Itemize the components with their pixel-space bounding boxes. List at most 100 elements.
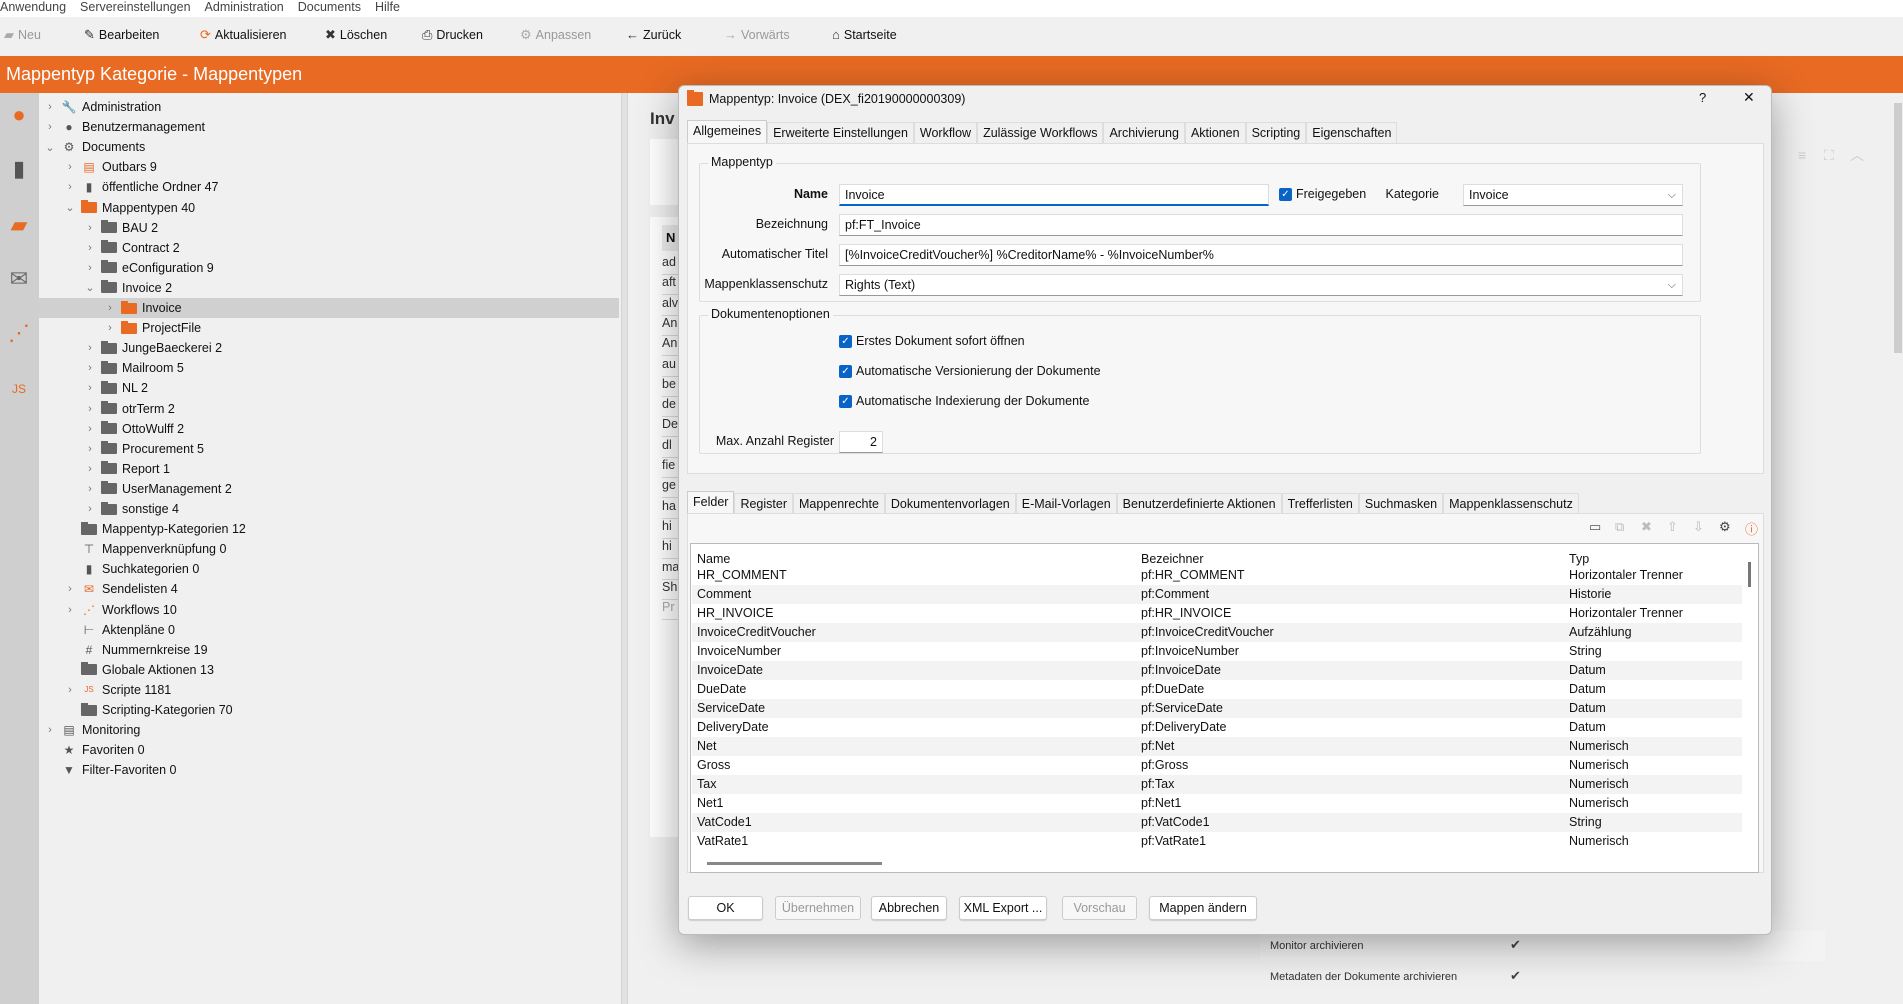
chevron-right-icon[interactable]: ›	[83, 443, 97, 455]
table-row[interactable]: InvoiceDate pf:InvoiceDate Datum	[692, 661, 1742, 680]
name-input[interactable]: Invoice	[839, 184, 1269, 206]
chevron-right-icon[interactable]: ›	[63, 604, 77, 616]
column-header-typ[interactable]: Typ	[1569, 552, 1589, 566]
tab-trefferlisten[interactable]: Trefferlisten	[1281, 493, 1359, 514]
tree-item[interactable]: ▮ Suchkategorien 0	[39, 559, 619, 579]
table-row[interactable]: Comment pf:Comment Historie	[692, 585, 1742, 604]
tab-benutzerdefinierte-aktionen[interactable]: Benutzerdefinierte Aktionen	[1116, 493, 1282, 514]
tab-suchmasken[interactable]: Suchmasken	[1358, 493, 1444, 514]
bezeichnung-input[interactable]: pf:FT_Invoice	[839, 214, 1683, 236]
settings-icon[interactable]: ⚙	[1719, 519, 1731, 535]
chevron-down-icon[interactable]: ⌄	[43, 141, 57, 154]
mappen-ändern-button[interactable]: Mappen ändern	[1149, 896, 1257, 920]
option-checkbox[interactable]: ✓ Automatische Versionierung der Dokument…	[839, 364, 1101, 378]
tree-item[interactable]: › JS Scripte 1181	[39, 680, 619, 700]
auto-titel-input[interactable]: [%InvoiceCreditVoucher%] %CreditorName% …	[839, 244, 1683, 266]
column-header-name[interactable]: Name	[697, 552, 730, 566]
tab-workflow[interactable]: Workflow	[913, 122, 978, 143]
minimize-icon[interactable]: ▭	[1589, 519, 1601, 535]
scrollbar[interactable]	[1894, 103, 1902, 353]
table-row[interactable]: DeliveryDate pf:DeliveryDate Datum	[692, 718, 1742, 737]
close-button[interactable]: ✕	[1743, 89, 1755, 106]
tree-item[interactable]: › ProjectFile	[39, 318, 619, 338]
table-row[interactable]: HR_COMMENT pf:HR_COMMENT Horizontaler Tren…	[692, 566, 1742, 585]
chevron-right-icon[interactable]: ›	[83, 222, 97, 234]
tree-item[interactable]: # Nummernkreise 19	[39, 640, 619, 660]
tree-item[interactable]: Globale Aktionen 13	[39, 660, 619, 680]
tree-item[interactable]: ⌄ Mappentypen 40	[39, 198, 619, 218]
tree-item[interactable]: › ✉ Sendelisten 4	[39, 579, 619, 599]
menu-item[interactable]: Documents	[298, 0, 361, 17]
tree-item[interactable]: › JungeBaeckerei 2	[39, 338, 619, 358]
tree-item[interactable]: › ▤ Outbars 9	[39, 157, 619, 177]
table-row[interactable]: DueDate pf:DueDate Datum	[692, 680, 1742, 699]
chevron-down-icon[interactable]: ⌄	[83, 281, 97, 294]
script-icon[interactable]: JS	[5, 375, 33, 403]
table-row[interactable]: HR_INVOICE pf:HR_INVOICE Horizontaler Tren…	[692, 604, 1742, 623]
tree-item[interactable]: ⌄ Invoice 2	[39, 278, 619, 298]
tree-item[interactable]: ★ Favoriten 0	[39, 740, 619, 760]
toolbar-startseite-button[interactable]: ⌂ Startseite	[832, 27, 897, 42]
tree-item[interactable]: › Contract 2	[39, 238, 619, 258]
tree-item[interactable]: › ● Benutzermanagement	[39, 117, 619, 137]
tree-item[interactable]: › Invoice	[39, 298, 619, 318]
user-globe-icon[interactable]: ●	[5, 101, 33, 129]
table-row[interactable]: Net pf:Net Numerisch	[692, 737, 1742, 756]
chevron-right-icon[interactable]: ›	[83, 242, 97, 254]
tab-mappenrechte[interactable]: Mappenrechte	[792, 493, 885, 514]
tree-item[interactable]: › NL 2	[39, 378, 619, 398]
tree-item[interactable]: › Procurement 5	[39, 439, 619, 459]
tab-erweiterte-einstellungen[interactable]: Erweiterte Einstellungen	[767, 122, 914, 143]
chevron-right-icon[interactable]: ›	[43, 724, 57, 736]
toolbar-vorwärts-button[interactable]: → Vorwärts	[724, 27, 790, 42]
menu-item[interactable]: Hilfe	[375, 0, 400, 17]
toolbar-aktualisieren-button[interactable]: ⟳ Aktualisieren	[200, 27, 286, 43]
chevron-right-icon[interactable]: ›	[83, 262, 97, 274]
edit-icon[interactable]: ⧉	[1615, 519, 1624, 535]
table-row[interactable]: Net1 pf:Net1 Numerisch	[692, 794, 1742, 813]
menu-item[interactable]: Anwendung	[0, 0, 66, 17]
tree-item[interactable]: › eConfiguration 9	[39, 258, 619, 278]
folder-icon[interactable]: ▰	[5, 211, 33, 239]
toolbar-anpassen-button[interactable]: ⚙ Anpassen	[520, 27, 591, 43]
table-row[interactable]: ServiceDate pf:ServiceDate Datum	[692, 699, 1742, 718]
chevron-down-icon[interactable]: ⌄	[63, 201, 77, 214]
toolbar-löschen-button[interactable]: ✖ Löschen	[325, 27, 387, 43]
tree-item[interactable]: ⊤ Mappenverknüpfung 0	[39, 539, 619, 559]
toolbar-neu-button[interactable]: ▰ Neu	[4, 27, 41, 43]
ok-button[interactable]: OK	[688, 896, 763, 920]
chevron-right-icon[interactable]: ›	[63, 583, 77, 595]
tree-item[interactable]: › UserManagement 2	[39, 479, 619, 499]
tab-mappenklassenschutz[interactable]: Mappenklassenschutz	[1443, 493, 1579, 514]
table-row[interactable]: VatRate1 pf:VatRate1 Numerisch	[692, 832, 1742, 851]
menu-icon[interactable]: ≡	[1798, 147, 1806, 163]
menu-item[interactable]: Servereinstellungen	[80, 0, 191, 17]
tree-item[interactable]: › ▤ Monitoring	[39, 720, 619, 740]
chevron-right-icon[interactable]: ›	[103, 322, 117, 334]
tree-item[interactable]: › sonstige 4	[39, 499, 619, 519]
warning-icon[interactable]: ⓘ	[1745, 519, 1758, 538]
toolbar-bearbeiten-button[interactable]: ✎ Bearbeiten	[84, 27, 159, 43]
tab-register[interactable]: Register	[734, 493, 793, 514]
chevron-right-icon[interactable]: ›	[63, 161, 77, 173]
tab-allgemeines[interactable]: Allgemeines	[687, 120, 768, 143]
fullscreen-icon[interactable]: ⛶	[1824, 147, 1834, 164]
tree-item[interactable]: › 🔧 Administration	[39, 97, 619, 117]
xml-export--button[interactable]: XML Export ...	[959, 896, 1047, 920]
tab-dokumentenvorlagen[interactable]: Dokumentenvorlagen	[884, 493, 1016, 514]
workflow-icon[interactable]: ⋰	[5, 319, 33, 347]
table-row[interactable]: InvoiceCreditVoucher pf:InvoiceCreditVouc…	[692, 623, 1742, 642]
table-row[interactable]: Tax pf:Tax Numerisch	[692, 775, 1742, 794]
column-header-bezeichner[interactable]: Bezeichner	[1141, 552, 1204, 566]
chevron-right-icon[interactable]: ›	[83, 342, 97, 354]
max-register-input[interactable]: 2	[839, 431, 883, 453]
mail-icon[interactable]: ✉	[5, 265, 33, 293]
table-row[interactable]: Gross pf:Gross Numerisch	[692, 756, 1742, 775]
tree-item[interactable]: › ⋰ Workflows 10	[39, 600, 619, 620]
chevron-right-icon[interactable]: ›	[83, 463, 97, 475]
menu-item[interactable]: Administration	[205, 0, 284, 17]
tab-zulässige-workflows[interactable]: Zulässige Workflows	[977, 122, 1104, 143]
tree-item[interactable]: › Mailroom 5	[39, 358, 619, 378]
mappenklassenschutz-select[interactable]: Rights (Text) ⌵	[839, 274, 1683, 296]
chevron-right-icon[interactable]: ›	[83, 362, 97, 374]
